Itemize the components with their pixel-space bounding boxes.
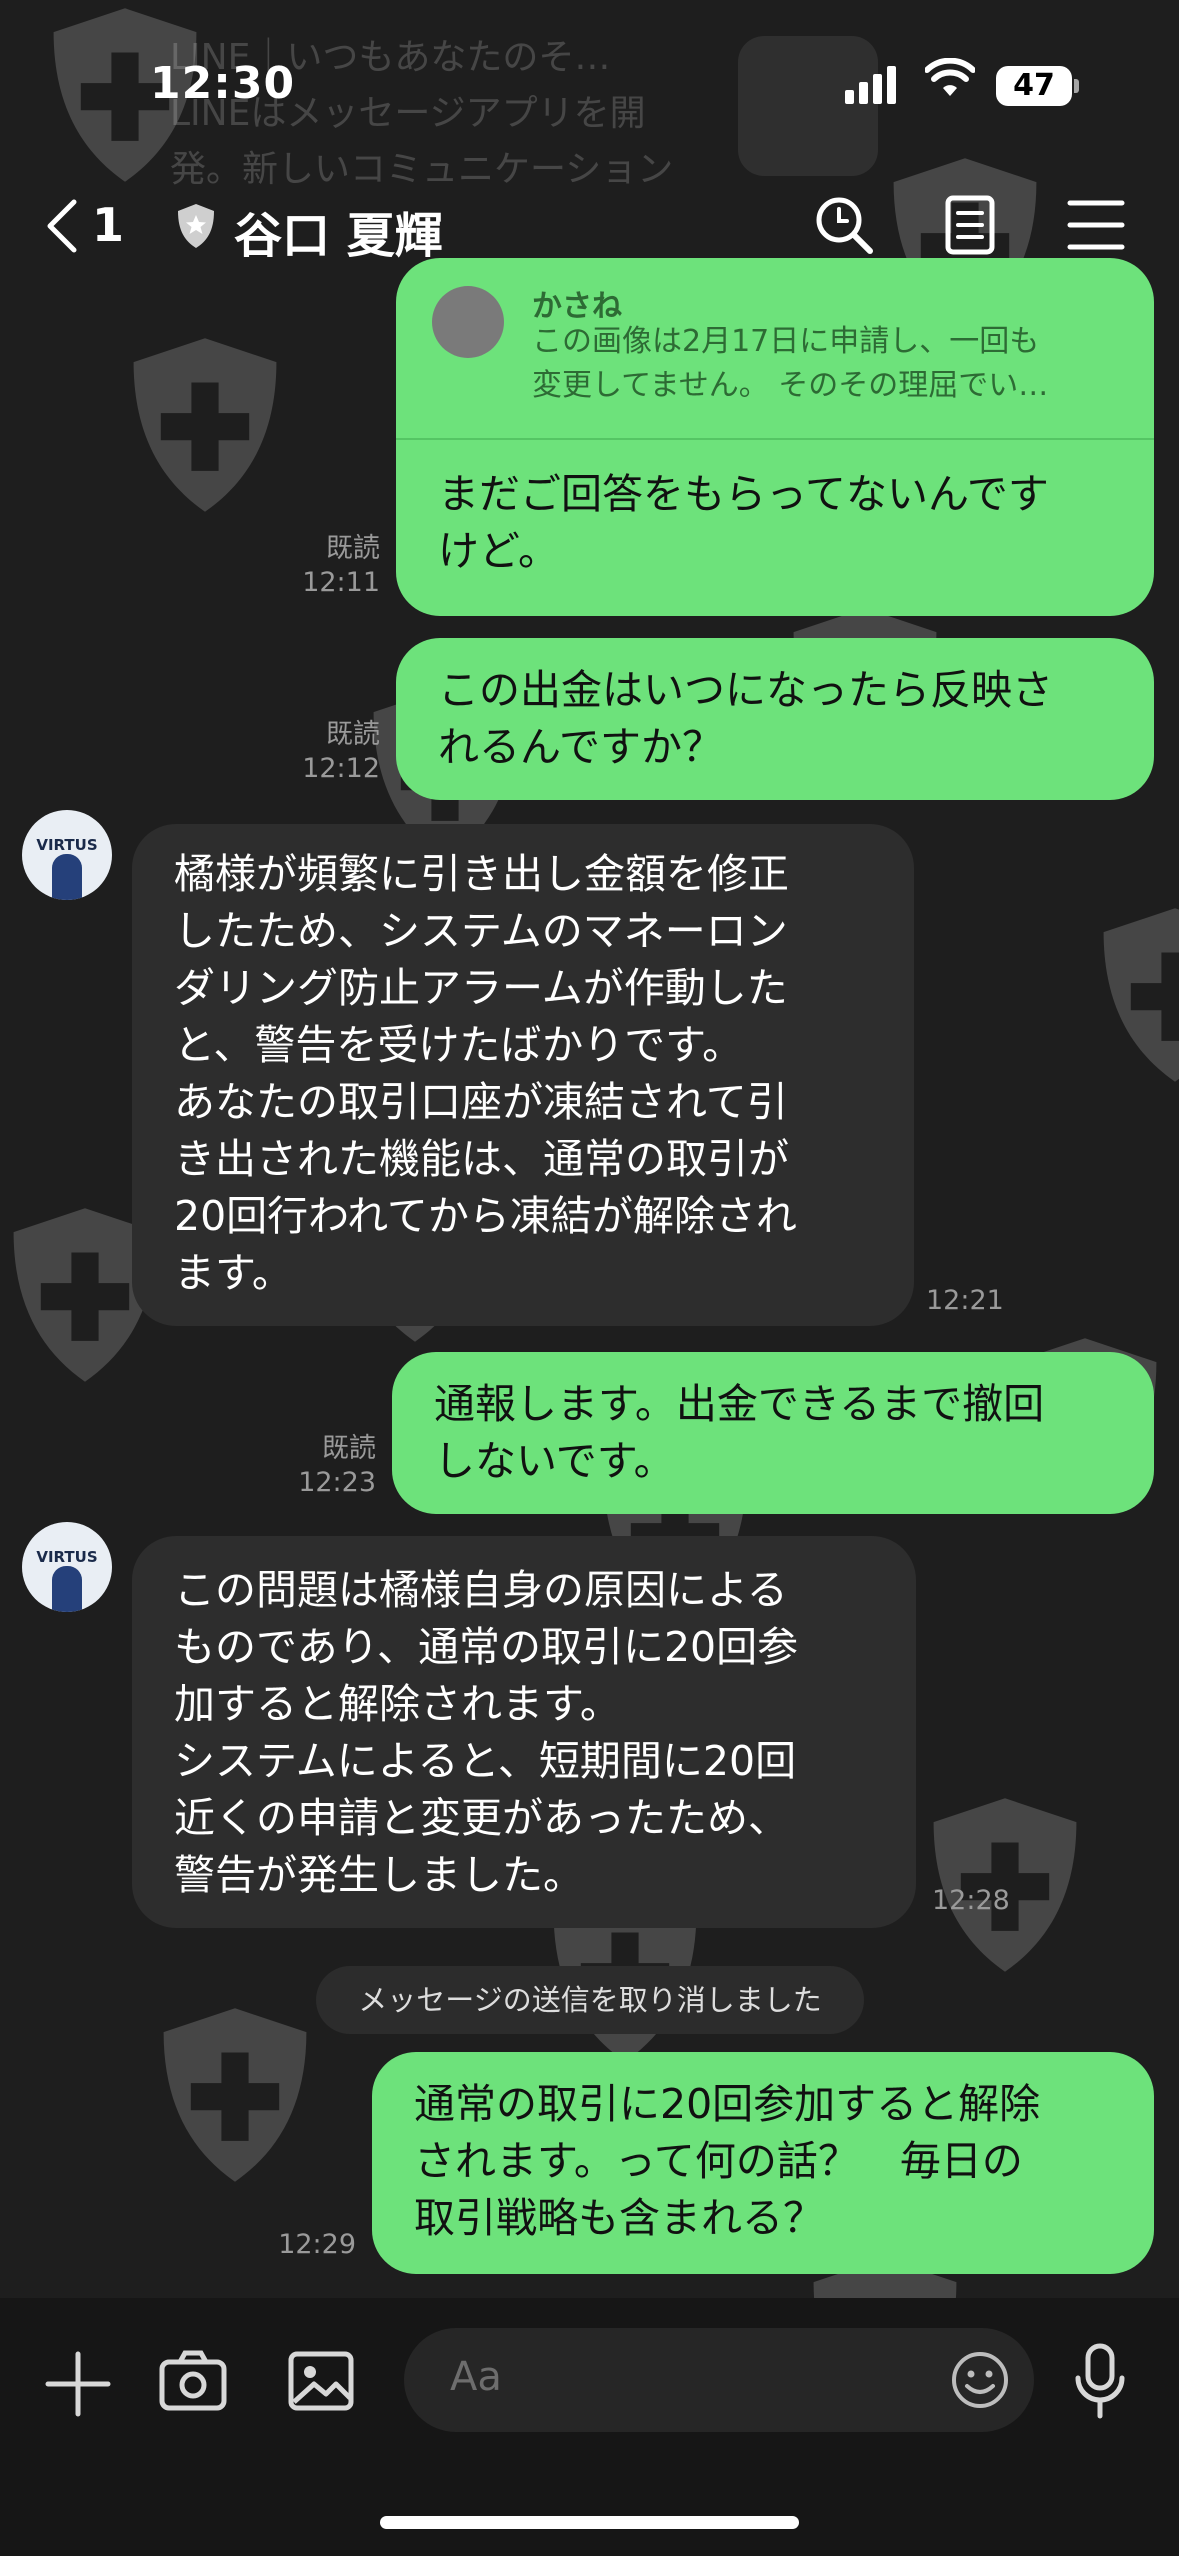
- battery-tip: [1074, 79, 1079, 93]
- message-line: けど。: [438, 527, 559, 575]
- shield-watermark-icon: [150, 2000, 320, 2190]
- sent-message[interactable]: かさね この画像は2月17日に申請し、一回も 変更してません。 そのその理屈でい…: [396, 258, 1154, 616]
- received-message[interactable]: この問題は橘様自身の原因による ものであり、通常の取引に20回参 加すると解除さ…: [132, 1536, 916, 1928]
- message-line: ダリング防止アラームが作動した: [174, 964, 788, 1012]
- message-input-placeholder: Aa: [450, 2354, 502, 2400]
- message-time: 12:29: [278, 2229, 356, 2260]
- message-meta: 既読 12:11: [300, 532, 380, 600]
- chat-title: 谷口 夏輝: [234, 208, 443, 264]
- battery-icon: 47: [996, 66, 1072, 106]
- message-line: されます。って何の話？ 毎日の: [414, 2137, 1023, 2185]
- message-line: 橘様が頻繁に引き出し金額を修正: [174, 850, 789, 898]
- read-receipt: 既読: [326, 719, 380, 750]
- status-time: 12:30: [150, 58, 296, 109]
- message-meta: 既読 12:12: [300, 718, 380, 786]
- shield-watermark-icon: [120, 330, 290, 520]
- contact-avatar[interactable]: VIRTUS: [22, 810, 112, 900]
- message-time: 12:23: [298, 1467, 376, 1498]
- read-receipt: 既読: [326, 533, 380, 564]
- contact-avatar[interactable]: VIRTUS: [22, 1522, 112, 1612]
- message-time: 12:28: [932, 1885, 1010, 1916]
- message-line: き出された機能は、通常の取引が: [174, 1135, 789, 1183]
- avatar-figure: [52, 1566, 82, 1612]
- message-time: 12:11: [302, 567, 380, 598]
- message-line: したため、システムのマネーロン: [174, 907, 788, 955]
- message-line: と、警告を受けたばかりです。: [174, 1021, 744, 1069]
- back-button[interactable]: [42, 196, 82, 256]
- message-line: れるんですか？: [438, 723, 723, 771]
- notification-preview: LINE｜いつもあなたのそ… LINEはメッセージアプリを開 発。新しいコミュニ…: [170, 30, 730, 198]
- microphone-icon[interactable]: [1072, 2342, 1128, 2420]
- message-line: しないです。: [434, 1437, 675, 1485]
- message-line: システムによると、短期間に20回: [174, 1737, 797, 1785]
- shield-watermark-icon: [1090, 900, 1179, 1090]
- quoted-text-line: この画像は2月17日に申請し、一回も: [532, 324, 1040, 359]
- message-line: 警告が発生しました。: [174, 1851, 584, 1899]
- sent-message[interactable]: 通報します。出金できるまで撤回 しないです。: [392, 1352, 1154, 1514]
- image-icon[interactable]: [286, 2346, 356, 2416]
- unread-count[interactable]: 1: [92, 198, 124, 252]
- quote-divider: [396, 438, 1154, 440]
- verified-shield-icon: [176, 203, 216, 249]
- message-time: 12:12: [302, 753, 380, 784]
- message-line: この出金はいつになったら反映さ: [438, 666, 1053, 714]
- search-icon[interactable]: [812, 193, 876, 257]
- cellular-signal-icon: [845, 66, 901, 104]
- message-line: 通常の取引に20回参加すると解除: [414, 2080, 1041, 2128]
- message-line: 近くの申請と変更があったため、: [174, 1794, 789, 1842]
- wifi-icon: [924, 57, 976, 98]
- emoji-icon[interactable]: [950, 2350, 1010, 2410]
- avatar-logo-text: VIRTUS: [36, 1548, 98, 1566]
- read-receipt: 既読: [322, 1433, 376, 1464]
- message-line: この問題は橘様自身の原因による: [174, 1566, 788, 1614]
- notification-line: 発。新しいコミュニケーション: [170, 149, 674, 190]
- sent-message[interactable]: この出金はいつになったら反映さ れるんですか？: [396, 638, 1154, 800]
- quoted-text-line: 変更してません。 そのその理屈でい…: [532, 368, 1049, 403]
- home-indicator[interactable]: [380, 2516, 799, 2529]
- notification-app-icon: [738, 36, 878, 176]
- add-icon[interactable]: [42, 2348, 114, 2420]
- message-line: 取引戦略も含まれる？: [414, 2194, 824, 2242]
- message-time: 12:21: [926, 1285, 1004, 1316]
- received-message[interactable]: 橘様が頻繁に引き出し金額を修正 したため、システムのマネーロン ダリング防止アラ…: [132, 824, 914, 1326]
- menu-icon[interactable]: [1064, 193, 1128, 257]
- message-line: 加すると解除されます。: [174, 1680, 621, 1728]
- sent-message[interactable]: 通常の取引に20回参加すると解除 されます。って何の話？ 毎日の 取引戦略も含ま…: [372, 2052, 1154, 2274]
- avatar-logo-text: VIRTUS: [36, 836, 98, 854]
- message-line: まだご回答をもらってないんです: [438, 470, 1049, 518]
- message-line: あなたの取引口座が凍結されて引: [174, 1078, 788, 1126]
- message-line: 通報します。出金できるまで撤回: [434, 1380, 1045, 1428]
- message-line: 20回行われてから凍結が解除され: [174, 1192, 797, 1240]
- avatar-figure: [52, 854, 82, 900]
- message-line: ものであり、通常の取引に20回参: [174, 1623, 799, 1671]
- unsent-notice: メッセージの送信を取り消しました: [316, 1966, 864, 2034]
- quoted-text: この画像は2月17日に申請し、一回も 変更してません。 そのその理屈でい…: [532, 320, 1132, 408]
- message-line: ます。: [174, 1249, 293, 1297]
- message-text: まだご回答をもらってないんです けど。: [438, 466, 1049, 580]
- message-meta: 既読 12:23: [296, 1432, 376, 1500]
- notes-icon[interactable]: [938, 193, 1002, 257]
- quoted-avatar: [432, 286, 504, 358]
- camera-icon[interactable]: [158, 2346, 228, 2416]
